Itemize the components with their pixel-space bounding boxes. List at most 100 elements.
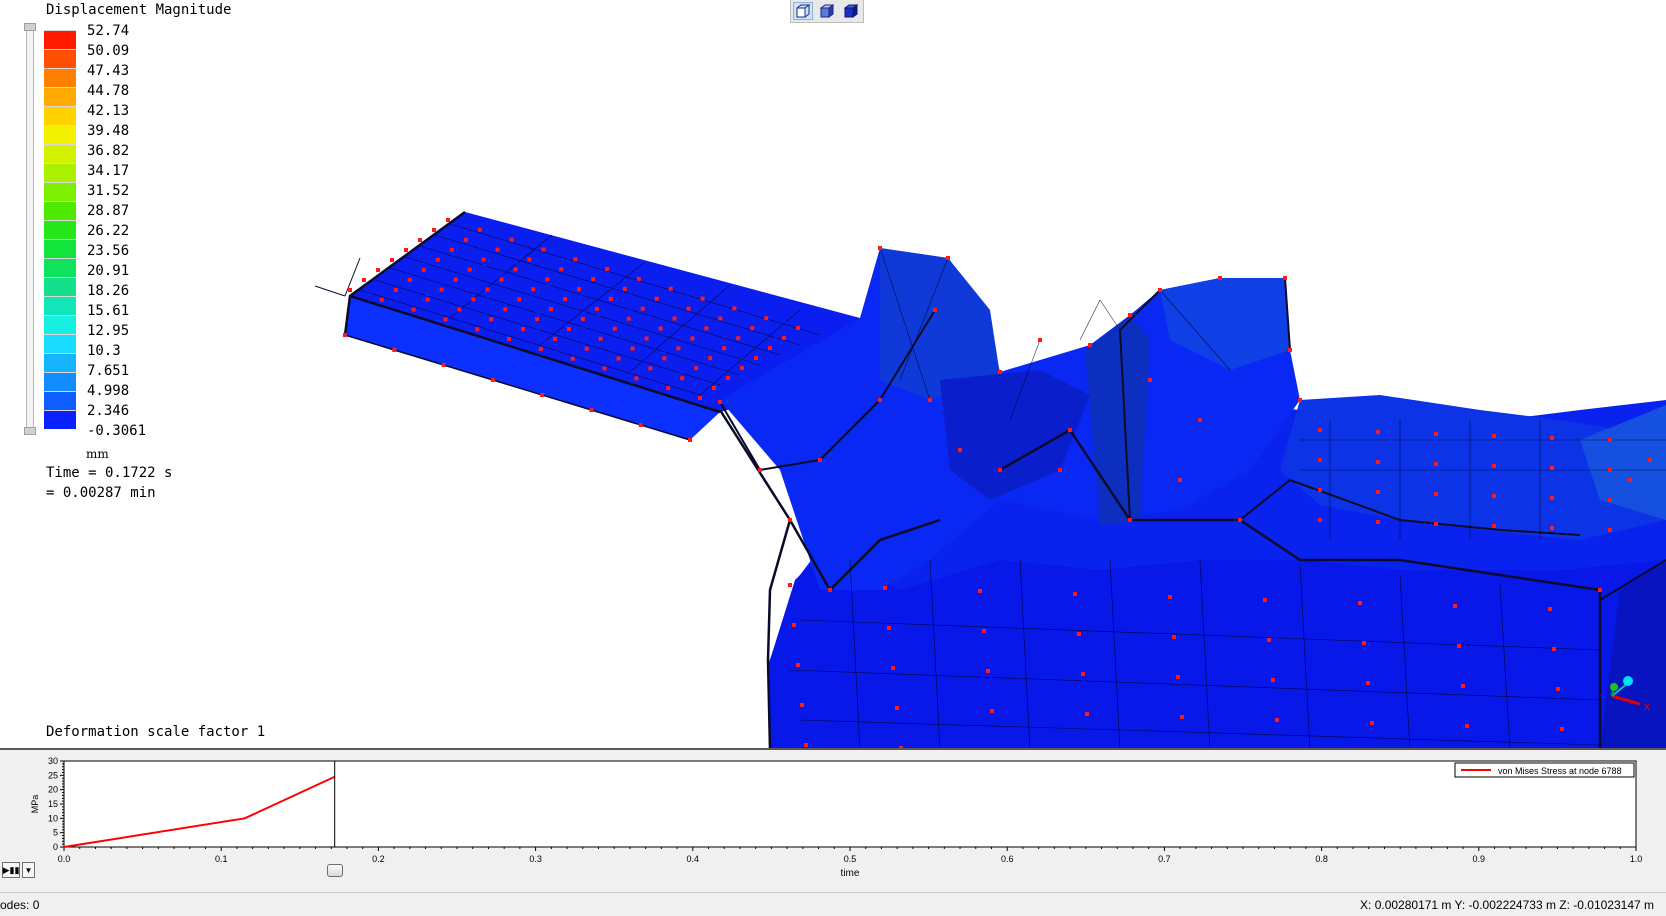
mesh-node	[796, 326, 800, 330]
mesh-node	[818, 458, 822, 462]
mesh-node	[552, 336, 557, 341]
mesh-node	[1068, 428, 1072, 432]
x-tick-label: 0.7	[1158, 854, 1171, 864]
mesh-node	[1298, 398, 1302, 402]
mesh-node	[503, 307, 508, 312]
mesh-node	[1366, 681, 1370, 685]
mesh-node	[1081, 672, 1085, 676]
mesh-node	[1058, 468, 1062, 472]
mesh-node	[718, 400, 722, 404]
series-point	[244, 817, 246, 819]
y-axis-label: MPa	[30, 795, 40, 814]
deformed-mesh	[345, 212, 1666, 748]
mesh-node	[668, 286, 673, 291]
mesh-node	[698, 396, 702, 400]
mesh-node	[828, 588, 832, 592]
mesh-node	[887, 626, 891, 630]
mesh-node	[736, 336, 741, 341]
view-wireframe-button[interactable]	[793, 2, 813, 20]
mesh-node	[549, 307, 554, 312]
legend-swatch	[44, 391, 76, 410]
mesh-node	[594, 306, 599, 311]
time-seconds-label: Time = 0.1722 s	[46, 465, 173, 481]
x-tick-label: 0.4	[687, 854, 700, 864]
shaded-cube-icon	[820, 4, 834, 18]
mesh-node	[1608, 498, 1612, 502]
mesh-node	[1648, 458, 1652, 462]
mesh-node	[686, 306, 691, 311]
mesh-node	[796, 663, 800, 667]
mesh-node	[648, 366, 653, 371]
legend-value-label: 4.998	[87, 383, 130, 399]
mesh-node	[1318, 458, 1322, 462]
legend-value-label: 23.56	[87, 243, 130, 259]
mesh-node	[636, 276, 641, 281]
mesh-node	[782, 336, 786, 340]
legend-value-label: 52.74	[87, 23, 130, 39]
mesh-node	[704, 326, 709, 331]
mesh-node	[463, 237, 468, 242]
mesh-node	[573, 257, 578, 262]
mesh-node	[471, 297, 476, 302]
legend-swatch	[44, 163, 76, 182]
mesh-node	[605, 267, 610, 272]
mesh-node	[570, 356, 575, 361]
mesh-node	[404, 248, 408, 252]
x-tick-label: 0.3	[529, 854, 542, 864]
stress-time-chart[interactable]: 0.0 0.1 0.2 0.3 0.4 0.5 0.6 0.7 0.8 0.9 1.0 0 5 10 15 2…	[0, 750, 1666, 894]
mesh-node	[1176, 675, 1180, 679]
x-tick-label: 1.0	[1630, 854, 1643, 864]
time-slider-handle[interactable]	[327, 864, 343, 877]
mesh-node	[439, 287, 444, 292]
mesh-node	[598, 336, 603, 341]
view-shaded-button[interactable]	[817, 2, 837, 20]
mesh-node	[390, 258, 394, 262]
mesh-node	[1376, 520, 1380, 524]
legend-value-label: -0.3061	[87, 423, 147, 439]
play-pause-button[interactable]: ▶▮▮	[2, 862, 20, 878]
mesh-node	[1376, 490, 1380, 494]
mesh-node	[933, 308, 937, 312]
mesh-node	[1168, 595, 1172, 599]
legend-value-label: 26.22	[87, 223, 130, 239]
legend-slider-bottom-handle[interactable]	[24, 427, 36, 435]
mesh-node	[513, 267, 518, 272]
mesh-node	[343, 333, 347, 337]
mesh-node	[580, 316, 585, 321]
legend-swatch	[44, 68, 76, 87]
legend-range-slider[interactable]	[24, 23, 36, 435]
mesh-node	[688, 438, 692, 442]
legend-value-label: 42.13	[87, 103, 130, 119]
legend-series-label: von Mises Stress at node 6788	[1498, 766, 1622, 776]
mesh-node	[1434, 462, 1438, 466]
mesh-node	[1073, 592, 1077, 596]
mesh-node	[998, 370, 1002, 374]
mesh-node	[1128, 518, 1132, 522]
fe-mesh-view[interactable]: x	[0, 0, 1666, 748]
mesh-node	[1318, 488, 1322, 492]
mesh-node	[1465, 724, 1469, 728]
view-solid-button[interactable]	[841, 2, 861, 20]
x-tick-label: 0.6	[1001, 854, 1014, 864]
mesh-node	[1560, 727, 1564, 731]
mesh-node	[754, 356, 758, 360]
mesh-node	[435, 257, 440, 262]
mesh-node	[1275, 718, 1279, 722]
legend-swatch	[44, 87, 76, 106]
legend-slider-top-handle[interactable]	[24, 23, 36, 31]
mesh-node	[453, 277, 458, 282]
legend-title: Displacement Magnitude	[46, 2, 232, 18]
mesh-node	[421, 267, 426, 272]
mesh-node	[804, 743, 808, 747]
mesh-node	[654, 296, 659, 301]
mesh-node	[1370, 721, 1374, 725]
mesh-node	[485, 287, 490, 292]
mesh-node	[1158, 288, 1162, 292]
x-tick-label: 0.8	[1315, 854, 1328, 864]
x-axis-label: time	[841, 868, 860, 879]
playback-options-dropdown[interactable]: ▼	[22, 862, 35, 878]
chevron-down-icon: ▼	[24, 865, 33, 875]
time-history-plot-panel: 0.0 0.1 0.2 0.3 0.4 0.5 0.6 0.7 0.8 0.9 1.0 0 5 10 15 2…	[0, 748, 1666, 892]
3d-viewport[interactable]: x Displacement Magnitude 52.74 50.09 47.43…	[0, 0, 1666, 748]
legend-value-label: 36.82	[87, 143, 130, 159]
